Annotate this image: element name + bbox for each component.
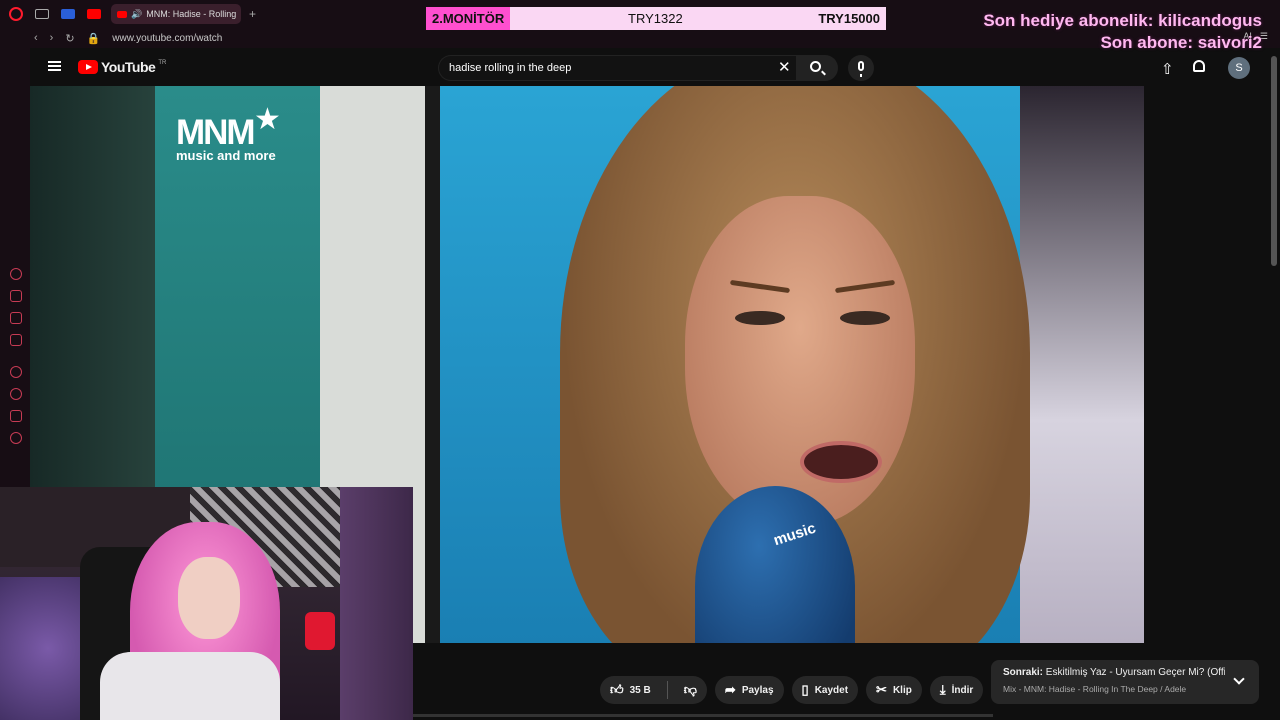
- video-bg-divider: [425, 86, 440, 643]
- share-label: Paylaş: [741, 684, 774, 696]
- nav-buttons: ‹ › ↻ 🔒: [34, 32, 100, 45]
- tab-icon-workspace[interactable]: [35, 9, 49, 19]
- youtube-favicon-icon: [117, 10, 127, 18]
- sidebar-player-icon[interactable]: [10, 366, 22, 378]
- sidebar-crypto-icon[interactable]: [10, 290, 22, 302]
- streamer-webcam: [0, 487, 413, 720]
- search-icon: [810, 61, 821, 72]
- last-gift-sub: Son hediye abonelik: kilicandogus: [983, 11, 1262, 30]
- like-button[interactable]: 👍︎ 35 B: [600, 676, 661, 704]
- notifications-icon[interactable]: [1193, 60, 1205, 72]
- url-field[interactable]: www.youtube.com/watch: [112, 33, 222, 44]
- avatar[interactable]: S: [1228, 57, 1250, 79]
- search-button[interactable]: [796, 55, 838, 81]
- sidebar-ai-icon[interactable]: [10, 312, 22, 324]
- star-icon: ★: [254, 103, 281, 136]
- guide-menu-icon[interactable]: [48, 61, 61, 71]
- save-button[interactable]: ▯ Kaydet: [791, 676, 859, 704]
- dislike-button[interactable]: 👎︎: [674, 676, 707, 704]
- like-dislike-group: 👍︎ 35 B 👎︎: [600, 676, 707, 704]
- up-next-title: Sonraki: Eskitilmiş Yaz - Uyursam Geçer …: [1003, 667, 1225, 678]
- subscriber-overlay: Son hediye abonelik: kilicandogus Son ab…: [983, 10, 1262, 54]
- video-bg-right: [1020, 86, 1144, 643]
- sidebar-history-icon[interactable]: [10, 388, 22, 400]
- page-scrollbar[interactable]: [1271, 56, 1277, 266]
- screen: 🔊 MNM: Hadise - Rolling + ‹ › ↻ 🔒 www.yo…: [0, 0, 1280, 720]
- mnm-logo: ★ MNM music and more: [176, 103, 316, 163]
- tab-active-youtube[interactable]: 🔊 MNM: Hadise - Rolling: [111, 4, 241, 24]
- download-label: İndir: [951, 684, 974, 696]
- search-input[interactable]: hadise rolling in the deep: [438, 55, 796, 81]
- sidebar-settings-icon[interactable]: [10, 432, 22, 444]
- new-tab-button[interactable]: +: [249, 7, 256, 21]
- video-actions: 👍︎ 35 B 👎︎ ➦ Paylaş ▯ Kaydet ✂ Klip ⤓ İn…: [600, 676, 1020, 704]
- share-icon: ➦: [724, 682, 736, 697]
- goal-title: 2.MONİTÖR: [426, 7, 511, 30]
- webcam-curtain: [340, 487, 413, 720]
- clip-label: Klip: [892, 684, 912, 696]
- thumbs-down-icon: 👎︎: [683, 682, 697, 697]
- singer-mouth: [800, 441, 882, 483]
- back-icon[interactable]: ‹: [34, 32, 38, 45]
- streamer-face: [178, 557, 240, 639]
- tab-title: MNM: Hadise - Rolling: [146, 9, 237, 19]
- download-button[interactable]: ⤓ İndir: [929, 676, 984, 704]
- video-progress-bar[interactable]: [413, 714, 993, 717]
- mnm-logo-text: MNM: [176, 113, 256, 152]
- singer-face: [685, 196, 915, 526]
- like-divider: [666, 681, 668, 699]
- thumbs-up-icon: 👍︎: [610, 682, 624, 697]
- youtube-wordmark: YouTube: [101, 59, 156, 75]
- sidebar-messenger-icon[interactable]: [10, 334, 22, 346]
- lock-icon: 🔒: [86, 32, 101, 45]
- microphone-icon: [858, 61, 864, 77]
- opera-logo-icon[interactable]: [9, 7, 23, 21]
- speaker-icon[interactable]: 🔊: [131, 9, 142, 20]
- bookmark-icon: ▯: [801, 682, 809, 697]
- region-code: TR: [158, 60, 167, 66]
- share-button[interactable]: ➦ Paylaş: [714, 676, 784, 704]
- download-icon: ⤓: [939, 682, 946, 697]
- last-subscriber: Son abone: saivori2: [1100, 33, 1262, 52]
- singer-eye-right: [840, 311, 890, 325]
- sidebar-aria-icon[interactable]: [10, 268, 22, 280]
- youtube-play-icon: [78, 60, 98, 74]
- up-next-subtitle: Mix - MNM: Hadise - Rolling In The Deep …: [1003, 684, 1187, 694]
- webcam-red-mic: [305, 612, 335, 650]
- save-label: Kaydet: [814, 684, 849, 696]
- chevron-down-icon[interactable]: [1233, 673, 1245, 685]
- sidebar-extensions-icon[interactable]: [10, 410, 22, 422]
- mnm-logo-subtitle: music and more: [176, 148, 276, 163]
- clip-button[interactable]: ✂ Klip: [866, 676, 922, 704]
- up-next-card[interactable]: Sonraki: Eskitilmiş Yaz - Uyursam Geçer …: [991, 660, 1259, 704]
- tab-icon-pinned[interactable]: [61, 9, 75, 19]
- upload-icon[interactable]: ⇧: [1161, 60, 1174, 78]
- like-count: 35 B: [629, 684, 651, 696]
- reload-icon[interactable]: ↻: [65, 32, 74, 45]
- voice-search-button[interactable]: [848, 55, 874, 81]
- singer-eye-left: [735, 311, 785, 325]
- scissors-icon: ✂: [876, 682, 887, 697]
- streamer-shirt: [100, 652, 280, 720]
- tab-icon-youtube[interactable]: [87, 9, 101, 19]
- goal-target: TRY15000: [818, 11, 880, 26]
- donation-goal-bar: 2.MONİTÖR TRY1322 TRY15000: [426, 7, 886, 30]
- forward-icon[interactable]: ›: [50, 32, 54, 45]
- goal-current: TRY1322: [628, 11, 683, 26]
- clear-search-icon[interactable]: ✕: [778, 58, 791, 76]
- youtube-logo[interactable]: YouTube TR: [78, 59, 166, 75]
